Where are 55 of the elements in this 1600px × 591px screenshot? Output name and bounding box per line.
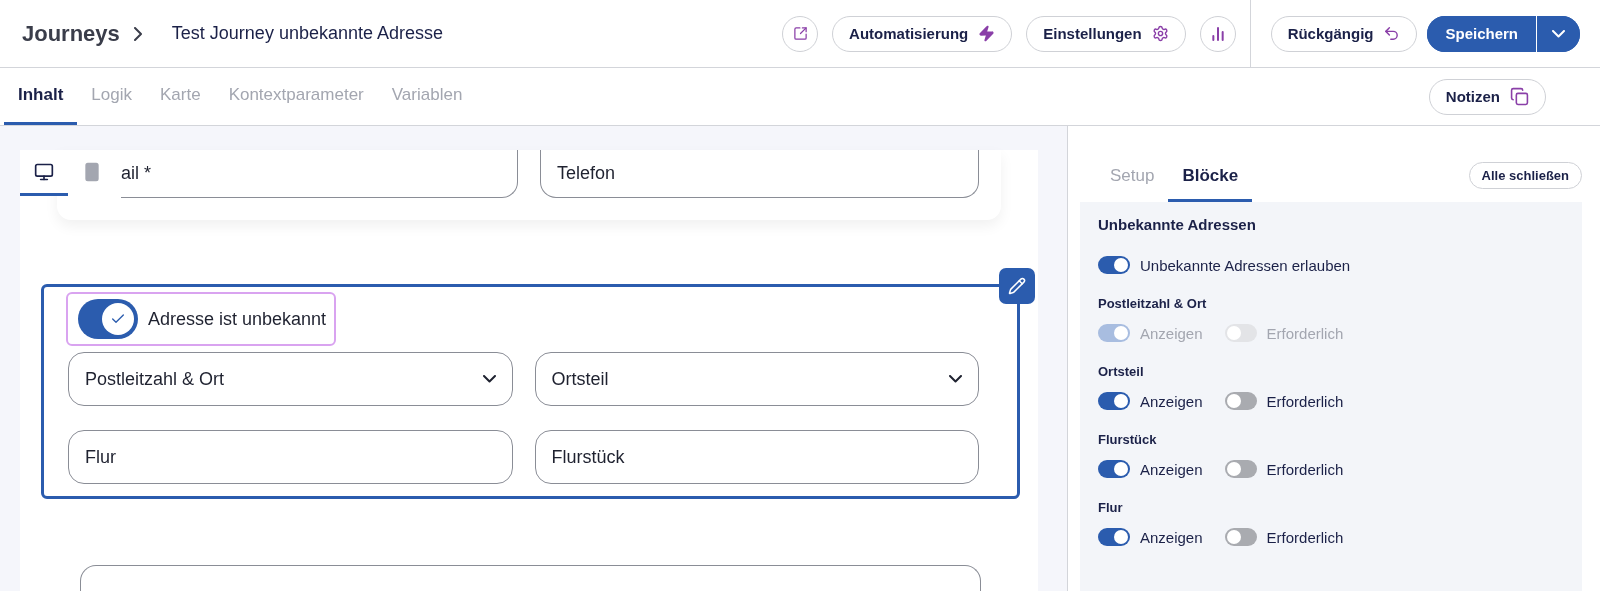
toggle-label: Anzeigen xyxy=(1140,528,1203,546)
chevron-right-icon xyxy=(133,26,142,41)
toggle-label: Anzeigen xyxy=(1140,392,1203,410)
toggle-switch[interactable] xyxy=(1098,392,1130,410)
select-field[interactable]: Postleitzahl & Ort xyxy=(68,352,513,406)
bar-chart-icon xyxy=(1209,25,1226,42)
toggle-label: Erforderlich xyxy=(1266,392,1344,410)
input-field[interactable]: Flurstück xyxy=(534,430,979,484)
input-field[interactable]: ail * xyxy=(121,150,518,198)
toggle-switch[interactable] xyxy=(1224,528,1257,546)
close-all-button[interactable]: Alle schließen xyxy=(1468,162,1582,189)
copy-icon xyxy=(1510,87,1529,106)
toggle-label: Erforderlich xyxy=(1266,324,1344,342)
settings-icon xyxy=(1151,25,1169,42)
toolbar-button[interactable]: Automatisierung xyxy=(832,15,1013,52)
edit-button[interactable] xyxy=(999,268,1035,304)
journey-title: Test Journey unbekannte Adresse xyxy=(171,23,444,44)
toggle-switch[interactable] xyxy=(78,299,138,339)
save-options-button[interactable] xyxy=(1536,15,1580,52)
monitor-icon xyxy=(34,161,54,182)
toggle-switch[interactable] xyxy=(1098,460,1130,478)
toggle-label: Anzeigen xyxy=(1140,324,1203,342)
phone-icon xyxy=(82,161,102,182)
input-field[interactable]: Telefon xyxy=(540,150,979,198)
toggle-switch[interactable] xyxy=(1224,392,1257,410)
toggle-switch[interactable] xyxy=(1224,460,1257,478)
group-title: Postleitzahl & Ort xyxy=(1098,296,1208,311)
toggle-label: Erforderlich xyxy=(1266,528,1344,546)
lightning-icon xyxy=(978,25,996,42)
pencil-icon xyxy=(1008,277,1026,295)
chevron-down-icon xyxy=(949,375,962,383)
section-title: Unbekannte Adressen xyxy=(1098,216,1257,233)
toggle-switch[interactable] xyxy=(1098,528,1130,546)
icon-button[interactable] xyxy=(782,15,819,52)
select-field[interactable]: Ortsteil xyxy=(534,352,979,406)
breadcrumb-link[interactable]: Journeys xyxy=(22,20,120,47)
group-title: Flurstück xyxy=(1098,432,1158,447)
toolbar-button[interactable]: Einstellungen xyxy=(1026,15,1186,52)
external-link-icon xyxy=(792,26,808,41)
toggle-label: Erforderlich xyxy=(1266,460,1344,478)
undo-button[interactable]: Rückgängig xyxy=(1270,15,1418,52)
undo-icon xyxy=(1383,25,1401,42)
toggle-label: Anzeigen xyxy=(1140,460,1203,478)
group-title: Flur xyxy=(1098,500,1124,515)
icon-button[interactable] xyxy=(1199,15,1236,52)
chevron-down-icon xyxy=(1552,29,1565,38)
group-title: Ortsteil xyxy=(1098,364,1145,379)
chevron-down-icon xyxy=(482,375,496,383)
input-field[interactable] xyxy=(80,565,981,591)
toggle-label: Unbekannte Adressen erlauben xyxy=(1140,256,1351,274)
toggle-label: Adresse ist unbekannt xyxy=(148,308,327,330)
toggle-switch[interactable] xyxy=(1098,256,1130,274)
notes-button[interactable]: Notizen xyxy=(1428,78,1546,115)
input-field[interactable]: Flur xyxy=(68,430,513,484)
selected-block[interactable]: Adresse ist unbekannt Postleitzahl & Ort Ortsteil Flur Flurstück xyxy=(41,284,1020,499)
